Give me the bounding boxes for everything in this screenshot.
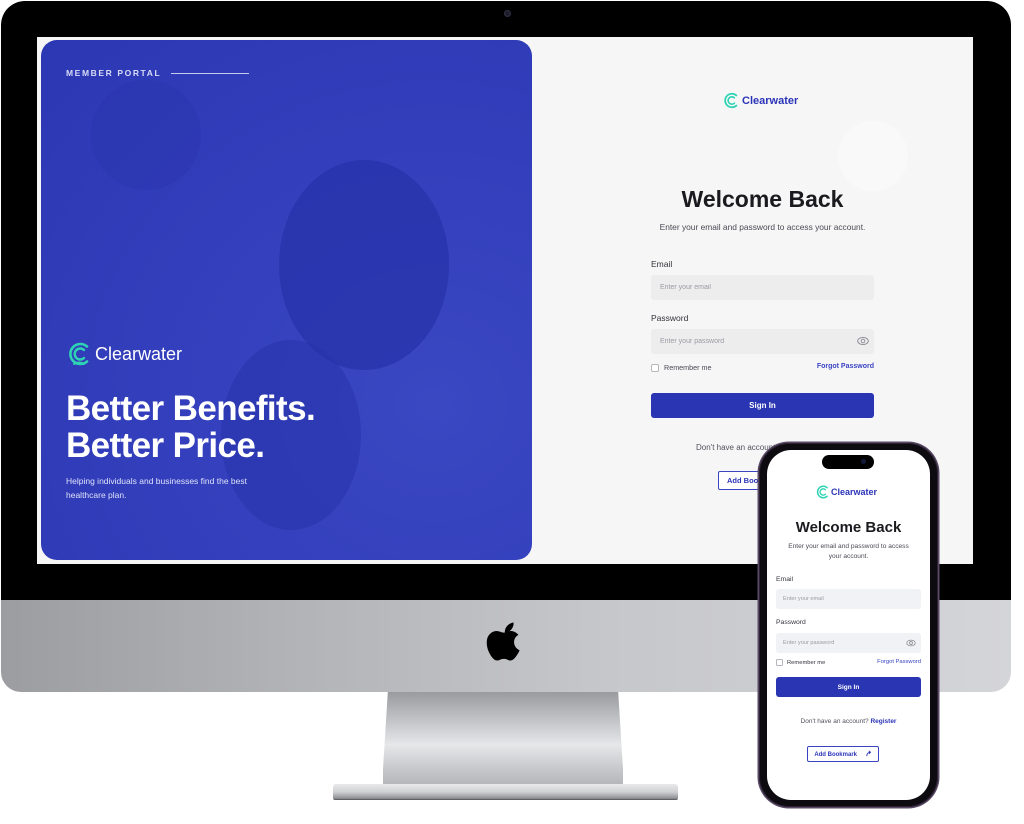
clearwater-logo-icon <box>69 342 89 366</box>
brand-name: Clearwater <box>831 487 878 497</box>
eye-icon[interactable] <box>857 336 869 346</box>
page-subtitle: Enter your email and password to access … <box>659 222 866 232</box>
register-link[interactable]: Register <box>870 718 896 725</box>
mobile-page-subtitle: Enter your email and password to access … <box>788 543 909 560</box>
brand-name: Clearwater <box>95 343 183 364</box>
password-label: Password <box>651 313 689 323</box>
headline-line-1: Better Benefits. <box>66 389 316 428</box>
dynamic-island <box>822 455 874 469</box>
remember-me[interactable]: Remember me <box>651 363 712 372</box>
brand-name: Clearwater <box>742 94 799 107</box>
hero-headline: Better Benefits. Better Price. <box>66 389 316 465</box>
forgot-password-link[interactable]: Forgot Password <box>817 363 874 370</box>
mobile-email-input[interactable] <box>776 589 921 609</box>
mobile-password-input[interactable] <box>776 633 921 653</box>
mobile-logo: Clearwater <box>815 484 877 500</box>
eye-icon[interactable] <box>906 639 916 647</box>
apple-logo-icon <box>486 622 520 661</box>
remember-checkbox[interactable] <box>651 363 659 372</box>
email-label: Email <box>651 259 673 269</box>
mobile-remember-checkbox[interactable] <box>776 659 783 666</box>
share-arrow-icon <box>865 750 871 757</box>
camera-icon <box>861 459 866 464</box>
decorative-circle <box>838 121 908 191</box>
hero-eyebrow: MEMBER PORTAL <box>66 68 250 78</box>
eyebrow-divider <box>171 72 250 74</box>
login-logo: Clearwater <box>722 91 798 110</box>
mobile-screen: Clearwater Welcome Back Enter your email… <box>767 450 930 800</box>
mobile-sign-in-button[interactable]: Sign In <box>776 677 921 697</box>
eyebrow-text: MEMBER PORTAL <box>66 68 162 78</box>
mobile-page-title: Welcome Back <box>795 519 902 536</box>
mobile-register-prompt: Don't have an account? Register <box>767 718 930 725</box>
bookmark-label: Add Bookmark <box>814 752 857 758</box>
mobile-forgot-password-link[interactable]: Forgot Password <box>877 659 921 665</box>
clearwater-logo-icon <box>724 92 738 109</box>
camera-icon <box>504 10 511 17</box>
mobile-email-label: Email <box>776 576 793 583</box>
imac-foot <box>333 784 678 800</box>
hero-photo-silhouette <box>279 160 449 370</box>
imac-stand <box>383 692 623 788</box>
headline-line-2: Better Price. <box>66 426 265 465</box>
clearwater-logo-icon <box>816 485 828 499</box>
register-prompt-text: Don't have an account? <box>800 718 869 725</box>
mobile-add-bookmark-button[interactable]: Add Bookmark <box>807 746 879 762</box>
hero-photo-blur <box>91 80 201 190</box>
hero-panel: MEMBER PORTAL Clearwater Better Benefits… <box>41 40 532 560</box>
sign-in-button[interactable]: Sign In <box>651 393 874 418</box>
remember-label: Remember me <box>664 363 712 372</box>
hero-brand-logo: Clearwater <box>66 340 182 368</box>
mobile-remember-me[interactable]: Remember me <box>776 659 825 666</box>
password-input[interactable] <box>651 329 874 354</box>
mobile-remember-label: Remember me <box>787 659 826 666</box>
email-input[interactable] <box>651 275 874 300</box>
page-title: Welcome Back <box>681 186 844 212</box>
iphone-frame: Clearwater Welcome Back Enter your email… <box>759 443 938 807</box>
hero-subtext: Helping individuals and businesses find … <box>66 476 247 500</box>
mobile-password-label: Password <box>776 619 806 626</box>
